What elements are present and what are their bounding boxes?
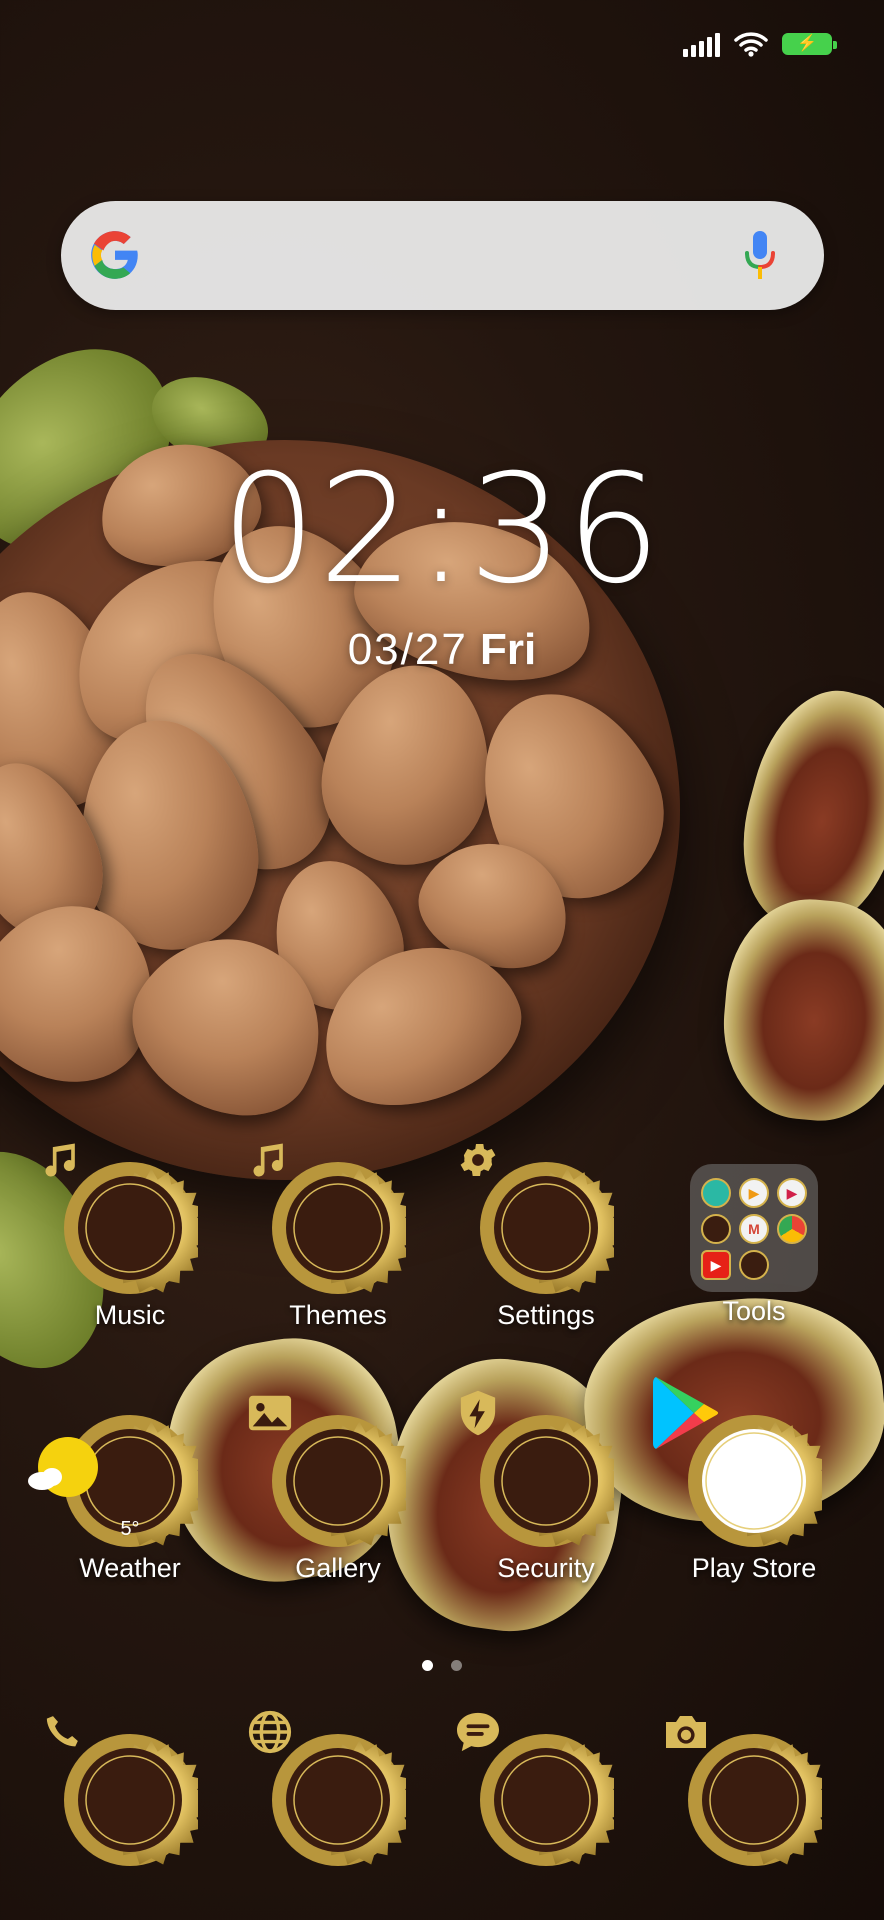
image-icon [248, 1395, 292, 1431]
play-icon: ▶ [739, 1178, 769, 1208]
music-note-icon [45, 1143, 75, 1177]
app-gallery[interactable]: Gallery [248, 1395, 423, 1584]
app-weather[interactable]: 5° Weather [28, 1413, 215, 1584]
dock-messages[interactable] [457, 1712, 631, 1868]
shield-bolt-icon [460, 1390, 496, 1436]
folder-icon: ▶ ▶ M ▶ [690, 1164, 818, 1292]
app-label: Weather [79, 1553, 181, 1583]
app-label: Play Store [691, 1553, 817, 1583]
app-security[interactable]: Security [460, 1390, 631, 1584]
globe-icon [248, 1710, 292, 1754]
google-search-bar[interactable] [61, 201, 824, 310]
status-bar: ⚡ [683, 24, 837, 64]
page-dot [451, 1660, 462, 1671]
weekday-text: Fri [480, 625, 537, 674]
dock-browser[interactable] [248, 1710, 423, 1868]
date-text: 03/27 [347, 625, 468, 674]
microphone-icon[interactable] [742, 229, 778, 285]
page-dot-active [422, 1660, 433, 1671]
app-play-store[interactable]: Play Store [653, 1377, 839, 1584]
app-label: Settings [497, 1300, 595, 1330]
play-store-icon [653, 1377, 719, 1449]
folder-tools[interactable]: ▶ ▶ M ▶ Tools [669, 1160, 839, 1327]
app-themes[interactable]: Themes [253, 1143, 423, 1331]
temperature-text: 5° [120, 1518, 140, 1540]
dock-camera[interactable] [666, 1716, 839, 1868]
clock-date[interactable]: 03/27 Fri [0, 625, 884, 675]
dock-phone[interactable] [45, 1716, 215, 1868]
gmail-icon: M [739, 1214, 769, 1244]
battery-charging-icon: ⚡ [782, 33, 837, 55]
wifi-icon [734, 32, 768, 57]
app-settings[interactable]: Settings [460, 1144, 631, 1331]
app-icon [739, 1250, 769, 1280]
app-label: Themes [289, 1300, 387, 1330]
phone-icon [46, 1716, 78, 1747]
scanner-icon [701, 1178, 731, 1208]
app-label: Tools [722, 1296, 786, 1326]
app-label: Gallery [295, 1553, 381, 1583]
app-label: Music [94, 1300, 166, 1330]
sun-cloud-icon [28, 1436, 98, 1497]
app-music[interactable]: Music [45, 1143, 215, 1331]
chrome-icon [777, 1214, 807, 1244]
video-icon: ▶ [777, 1178, 807, 1208]
page-indicator[interactable] [0, 1658, 884, 1676]
camera-icon [666, 1716, 706, 1748]
gear-icon [460, 1144, 496, 1176]
clock-time[interactable]: 02:36 [0, 450, 884, 610]
app-label: Security [497, 1553, 595, 1583]
app-icon [701, 1214, 731, 1244]
google-g-icon [91, 231, 138, 279]
cellular-signal-icon [683, 31, 720, 57]
music-note-icon [253, 1143, 283, 1177]
message-icon [457, 1712, 499, 1752]
youtube-icon: ▶ [701, 1250, 731, 1280]
